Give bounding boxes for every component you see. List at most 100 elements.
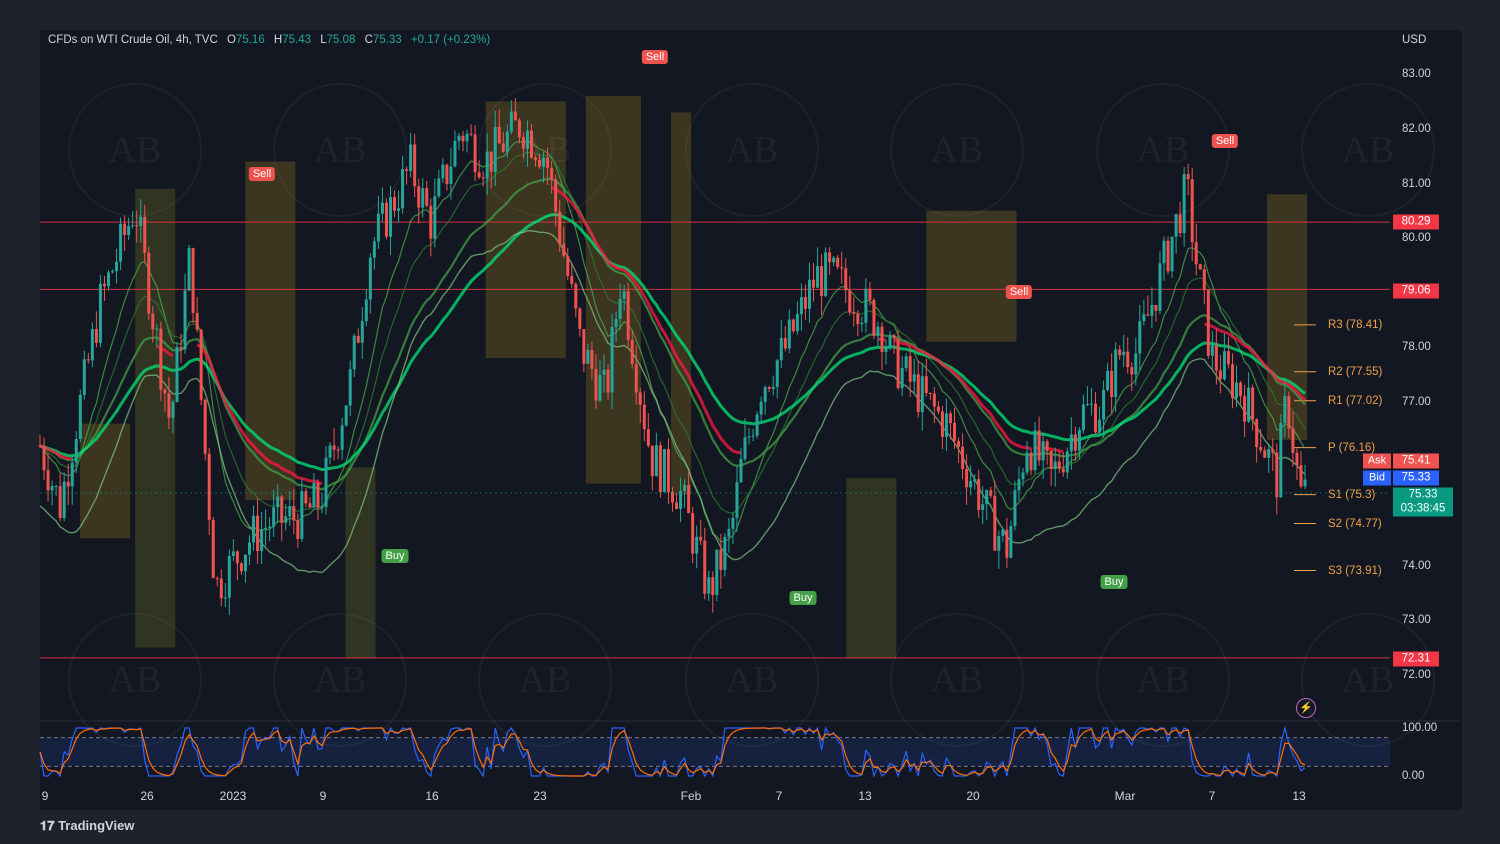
watermark-logo: AB (478, 613, 612, 747)
candle-body (932, 393, 936, 407)
candle-body (106, 272, 110, 287)
candle-body (1077, 429, 1081, 451)
candle-body (163, 389, 167, 394)
watermark-logo: AB (1096, 613, 1230, 747)
candle-body (582, 329, 586, 364)
candle-body (658, 445, 662, 493)
candle-body (562, 243, 566, 256)
candle-body (324, 457, 328, 507)
candle-body (1130, 367, 1134, 375)
candle-body (691, 513, 695, 554)
candle-body (1239, 382, 1243, 397)
candle-body (1202, 269, 1206, 290)
level-badge: 72.31 (1393, 651, 1439, 667)
candle-body (203, 399, 207, 454)
candle-body (380, 202, 384, 214)
candle-body (1089, 403, 1093, 405)
ask-badge: 75.41 (1393, 453, 1439, 469)
candle-body (1073, 434, 1077, 451)
close-label: C (364, 34, 373, 46)
candle-body (211, 519, 215, 579)
candle-body (803, 297, 807, 309)
candle-body (646, 429, 650, 446)
y-tick-label: 77.00 (1402, 396, 1431, 408)
candle-body (848, 290, 852, 313)
candle-body (344, 405, 348, 426)
candle-body (348, 369, 352, 406)
candle-body (1291, 428, 1295, 453)
symbol-legend[interactable]: CFDs on WTI Crude Oil, 4h, TVC O75.16 H7… (48, 34, 490, 46)
x-tick-label: 13 (858, 789, 872, 803)
candle-body (1303, 479, 1307, 487)
candle-body (376, 213, 380, 242)
pivot-label-p: P (76.16) (1328, 442, 1376, 454)
candle-body (820, 266, 824, 297)
candle-body (666, 449, 670, 493)
candle-body (78, 394, 82, 439)
candle-body (687, 485, 691, 514)
candle-body (465, 133, 469, 142)
candle-body (852, 312, 856, 314)
candle-body (723, 537, 727, 570)
lightning-icon[interactable]: ⚡ (1296, 698, 1316, 718)
tradingview-logo: 𝟏𝟕 TradingView (40, 818, 134, 834)
candle-body (227, 555, 231, 598)
x-tick-label: Feb (680, 789, 702, 803)
candle-body (775, 360, 779, 387)
candle-body (437, 178, 441, 197)
candle-body (965, 469, 969, 488)
candle-body (332, 445, 336, 450)
candle-body (872, 299, 876, 336)
candle-body (876, 326, 880, 336)
candle-body (1110, 370, 1114, 397)
candle-body (936, 406, 940, 412)
candle-body (1053, 461, 1057, 470)
watermark-logo: AB (273, 83, 407, 217)
candle-body (1069, 434, 1073, 452)
candle-body (477, 172, 481, 178)
candle-body (199, 329, 203, 400)
candle-body (457, 135, 461, 141)
candle-body (892, 335, 896, 339)
candle-body (421, 188, 425, 208)
candle-body (461, 135, 465, 142)
candle-body (46, 470, 50, 491)
candle-body (570, 275, 574, 284)
candle-body (977, 479, 981, 511)
x-tick-label: 23 (533, 789, 547, 803)
candle-body (1025, 452, 1029, 473)
currency-label[interactable]: USD (1402, 34, 1426, 46)
zone-box (245, 161, 296, 501)
x-tick-label: 7 (775, 789, 783, 803)
candle-body (711, 577, 715, 596)
candle-body (755, 414, 759, 436)
candle-body (94, 329, 98, 343)
candle-body (1235, 382, 1239, 398)
candle-body (1214, 345, 1218, 371)
candle-body (1021, 472, 1025, 480)
candle-body (42, 445, 46, 471)
pivot-label-s3: S3 (73.91) (1328, 565, 1382, 577)
watermark-logo: AB (685, 83, 819, 217)
sell-signal-tag: Sell (1211, 134, 1239, 148)
zone-box (926, 210, 1017, 342)
candle-body (727, 528, 731, 538)
candle-body (602, 369, 606, 375)
bid-label: Bid (1363, 470, 1391, 486)
candle-body (1126, 351, 1130, 368)
x-tick-label: 2023 (219, 789, 247, 803)
candle-body (272, 507, 276, 527)
candle-body (614, 318, 618, 328)
candle-body (239, 563, 243, 572)
x-tick-label: Mar (1114, 789, 1136, 803)
candle-body (928, 393, 932, 395)
candle-body (844, 268, 848, 291)
watermark-logo: AB (890, 83, 1024, 217)
candle-body (622, 291, 626, 299)
candle-body (425, 188, 429, 206)
candle-body (235, 551, 239, 564)
candle-body (1150, 304, 1154, 316)
candle-body (1230, 364, 1234, 398)
candle-body (115, 261, 119, 272)
candle-body (147, 252, 151, 314)
